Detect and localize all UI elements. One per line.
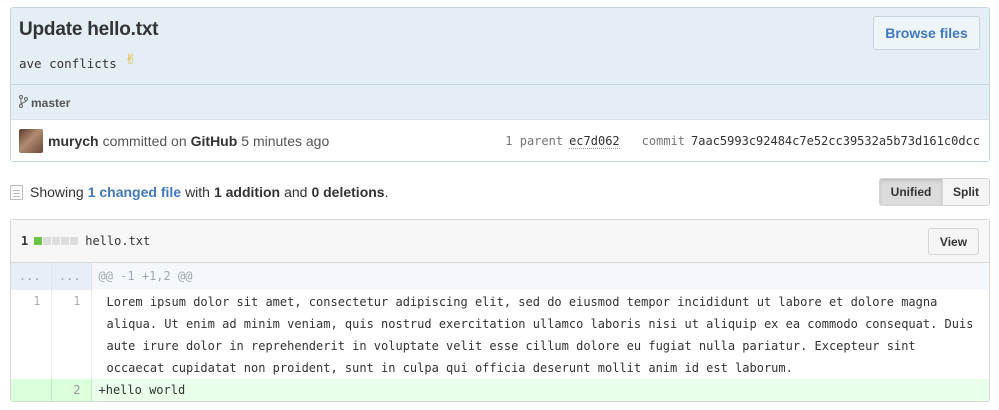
- deletions-count: 0 deletions: [311, 184, 385, 200]
- file-diff: 1 hello.txt View ... ... @@ -1 +1,2 @@ 1…: [10, 219, 990, 402]
- hunk-header-row: ... ... @@ -1 +1,2 @@: [11, 263, 989, 290]
- git-branch-icon: [19, 95, 28, 111]
- file-header: 1 hello.txt View: [11, 220, 989, 263]
- diffstat-block-neutral: [61, 237, 70, 245]
- commit-description: ave conflicts ✌: [19, 49, 136, 72]
- hunk-expand-old[interactable]: ...: [11, 263, 52, 290]
- file-name[interactable]: hello.txt: [85, 234, 150, 248]
- with-text: with: [185, 184, 210, 200]
- file-diff-icon: [10, 184, 23, 200]
- commit-header: Update hello.txt ave conflicts ✌ Browse …: [10, 7, 990, 162]
- changed-files-link[interactable]: 1 changed file: [88, 184, 181, 200]
- diff-toolbar: Showing 1 changed file with 1 addition a…: [10, 177, 990, 207]
- new-line-number[interactable]: 2: [51, 379, 92, 401]
- diff-view-toggle: Unified Split: [879, 178, 990, 206]
- hunk-header: @@ -1 +1,2 @@: [91, 263, 989, 290]
- diff-table: ... ... @@ -1 +1,2 @@ 1 1 Lorem ipsum do…: [11, 263, 989, 401]
- committer-name: GitHub: [190, 132, 238, 149]
- diff-line-context: 1 1 Lorem ipsum dolor sit amet, consecte…: [11, 290, 989, 379]
- avatar[interactable]: [19, 128, 43, 153]
- old-line-number[interactable]: [11, 379, 52, 401]
- diffstat: [34, 237, 79, 245]
- commit-meta: murych committed on GitHub 5 minutes ago…: [11, 119, 989, 161]
- view-file-button[interactable]: View: [928, 228, 979, 255]
- commit-sha: 7aac5993c92484c7e52cc39532a5b73d161c0dcc: [691, 134, 980, 148]
- diff-line-code: Lorem ipsum dolor sit amet, consectetur …: [106, 295, 981, 375]
- split-button[interactable]: Split: [943, 178, 990, 206]
- diffstat-block-neutral: [43, 237, 52, 245]
- committed-text: committed on: [102, 132, 187, 149]
- branch-row: master: [11, 84, 989, 121]
- unified-button[interactable]: Unified: [879, 178, 943, 206]
- hunk-expand-new[interactable]: ...: [51, 263, 92, 290]
- browse-files-button[interactable]: Browse files: [873, 16, 980, 50]
- diff-line-code: +hello world: [91, 379, 989, 401]
- diff-line-addition: 2 +hello world: [11, 379, 989, 401]
- diffstat-block-added: [34, 237, 43, 245]
- diffstat-block-neutral: [52, 237, 61, 245]
- additions-count: 1 addition: [213, 184, 281, 200]
- author-link[interactable]: murych: [48, 133, 99, 149]
- commit-time: 5 minutes ago: [241, 132, 330, 149]
- diffstat-block-neutral: [70, 237, 79, 245]
- and-text: and: [284, 184, 308, 200]
- change-count: 1: [21, 234, 29, 248]
- showing-text: Showing: [30, 184, 84, 200]
- period-text: .: [384, 184, 389, 200]
- parent-sha-link[interactable]: ec7d062: [569, 134, 620, 149]
- branch-name[interactable]: master: [31, 96, 70, 110]
- parent-label: 1 parent: [505, 134, 564, 148]
- commit-title: Update hello.txt: [19, 19, 159, 40]
- sha-block: 1 parent ec7d062 commit 7aac5993c92484c7…: [505, 120, 980, 162]
- old-line-number[interactable]: 1: [11, 290, 52, 379]
- new-line-number[interactable]: 1: [51, 290, 92, 379]
- victory-hand-icon: ✌: [124, 49, 136, 69]
- commit-label: commit: [641, 134, 686, 148]
- commit-description-text: ave conflicts: [19, 56, 117, 71]
